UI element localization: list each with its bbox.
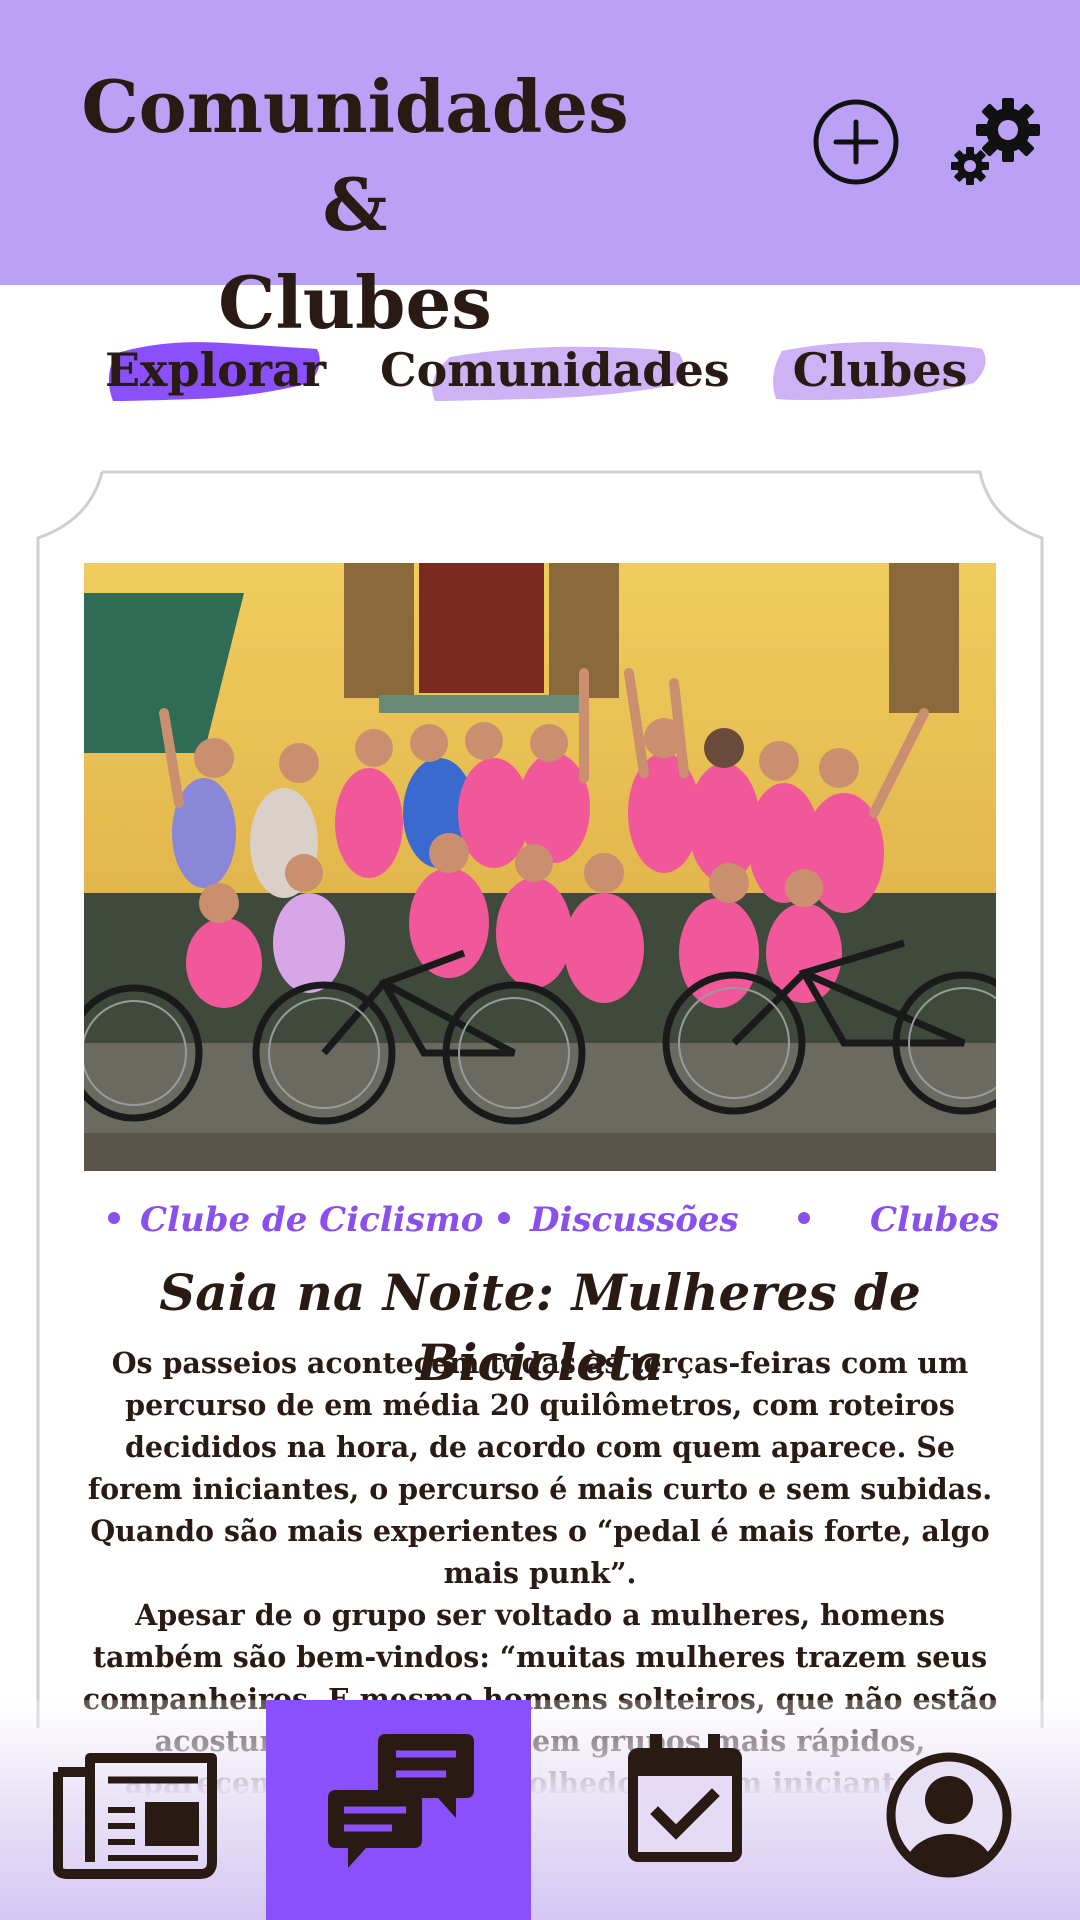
tag-label: Clube de Ciclismo: [140, 1200, 484, 1240]
bullet-dot-icon: [108, 1212, 120, 1224]
tab-label: Clubes: [792, 343, 968, 397]
page-title: Comunidades & Clubes: [60, 58, 650, 352]
tab-label: Comunidades: [380, 343, 730, 397]
app-header: Comunidades & Clubes: [0, 0, 1080, 345]
tag-label: Discussões: [530, 1200, 739, 1240]
description-paragraph: Os passeios acontecem todas às terças-fe…: [87, 1346, 993, 1590]
bullet-dot-icon: [798, 1212, 810, 1224]
page-title-line1: Comunidades &: [81, 64, 629, 247]
newspaper-icon: [53, 1753, 217, 1879]
nav-events[interactable]: [600, 1700, 770, 1920]
tag-item[interactable]: Clubes: [798, 1190, 999, 1250]
tab-comunidades[interactable]: Comunidades: [380, 325, 730, 415]
chat-bubbles-icon: [328, 1734, 474, 1868]
add-button[interactable]: [812, 98, 900, 186]
bottom-navigation: [0, 1700, 1080, 1920]
nav-communities[interactable]: [266, 1700, 531, 1920]
profile-icon: [886, 1752, 1012, 1878]
calendar-check-icon: [628, 1734, 742, 1862]
bullet-dot-icon: [498, 1212, 510, 1224]
tag-item[interactable]: Clube de Ciclismo: [108, 1190, 484, 1250]
gears-icon: [951, 98, 1040, 185]
tab-clubes[interactable]: Clubes: [770, 325, 990, 415]
nav-profile[interactable]: [880, 1700, 1020, 1920]
nav-news[interactable]: [45, 1700, 225, 1920]
add-circle-icon: [813, 99, 899, 185]
tab-label: Explorar: [105, 343, 327, 397]
settings-button[interactable]: [948, 96, 1044, 188]
tag-item[interactable]: Discussões: [498, 1190, 739, 1250]
tab-explorar[interactable]: Explorar: [105, 325, 327, 415]
category-tags: Clube de Ciclismo Discussões Clubes: [100, 1190, 1000, 1250]
cyclists-photo-illustration: [84, 563, 996, 1171]
tag-label: Clubes: [870, 1200, 1000, 1240]
club-photo: [84, 563, 996, 1171]
